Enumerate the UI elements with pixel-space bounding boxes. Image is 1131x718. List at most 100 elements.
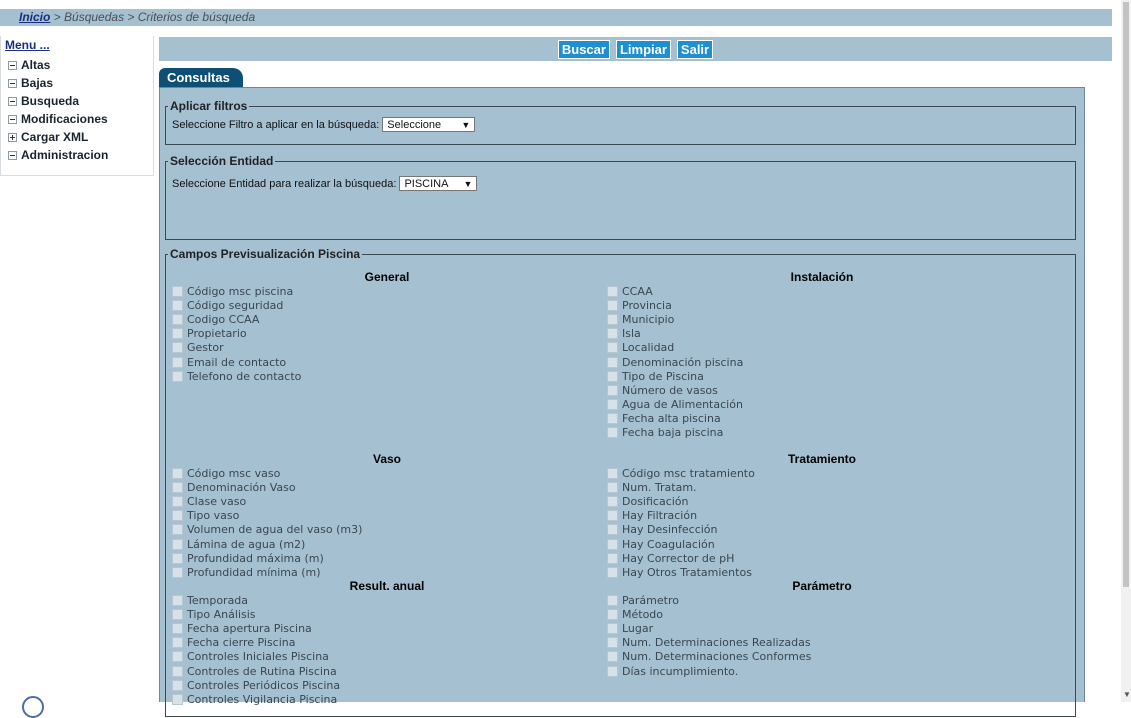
clear-button[interactable]: Limpiar: [615, 39, 671, 59]
checkbox-option[interactable]: Parámetro: [607, 593, 1027, 607]
checkbox-option[interactable]: Fecha alta piscina: [607, 412, 1027, 426]
checkbox-option[interactable]: Hay Otros Tratamientos: [607, 565, 1027, 579]
tree-collapse-icon[interactable]: [8, 114, 17, 124]
checkbox[interactable]: [172, 342, 183, 354]
checkbox-label[interactable]: Provincia: [622, 299, 672, 312]
tree-collapse-icon[interactable]: [8, 78, 17, 88]
checkbox-option[interactable]: Codigo CCAA: [172, 312, 592, 326]
checkbox[interactable]: [607, 413, 618, 425]
checkbox[interactable]: [607, 651, 618, 663]
checkbox-label[interactable]: Tipo vaso: [187, 509, 239, 522]
checkbox-option[interactable]: Lugar: [607, 621, 1027, 635]
checkbox-label[interactable]: Denominación piscina: [622, 356, 743, 369]
checkbox[interactable]: [172, 665, 183, 677]
checkbox-option[interactable]: Número de vasos: [607, 383, 1027, 397]
checkbox[interactable]: [607, 384, 618, 396]
checkbox-label[interactable]: Municipio: [622, 313, 674, 326]
checkbox-label[interactable]: Codigo CCAA: [187, 313, 259, 326]
checkbox[interactable]: [172, 637, 183, 649]
checkbox-label[interactable]: Num. Tratam.: [622, 481, 697, 494]
checkbox-label[interactable]: Propietario: [187, 327, 247, 340]
checkbox[interactable]: [607, 608, 618, 620]
checkbox-option[interactable]: Código msc vaso: [172, 466, 592, 480]
scrollbar-thumb[interactable]: [1123, 2, 1129, 587]
help-icon[interactable]: [22, 696, 44, 718]
checkbox-option[interactable]: Hay Coagulación: [607, 537, 1027, 551]
menu-item-label[interactable]: Busqueda: [21, 93, 79, 109]
checkbox-label[interactable]: Hay Coagulación: [622, 538, 715, 551]
tree-expand-icon[interactable]: [8, 132, 17, 142]
checkbox-option[interactable]: Profundidad mínima (m): [172, 565, 592, 579]
checkbox-label[interactable]: Hay Filtración: [622, 509, 697, 522]
checkbox-option[interactable]: Clase vaso: [172, 494, 592, 508]
entity-select[interactable]: PISCINA ▼: [399, 176, 478, 191]
checkbox[interactable]: [607, 285, 618, 297]
checkbox-option[interactable]: Localidad: [607, 341, 1027, 355]
checkbox-option[interactable]: Email de contacto: [172, 355, 592, 369]
checkbox[interactable]: [172, 566, 183, 578]
checkbox[interactable]: [607, 356, 618, 368]
checkbox[interactable]: [607, 481, 618, 493]
checkbox[interactable]: [607, 538, 618, 550]
checkbox-option[interactable]: Tipo vaso: [172, 509, 592, 523]
checkbox-option[interactable]: CCAA: [607, 284, 1027, 298]
checkbox-option[interactable]: Profundidad máxima (m): [172, 551, 592, 565]
checkbox-option[interactable]: Hay Filtración: [607, 509, 1027, 523]
checkbox-label[interactable]: Controles de Rutina Piscina: [187, 665, 337, 678]
checkbox[interactable]: [607, 370, 618, 382]
checkbox-label[interactable]: Tipo de Piscina: [622, 370, 704, 383]
filter-select[interactable]: Seleccione ▼: [382, 117, 476, 132]
checkbox-option[interactable]: Código msc tratamiento: [607, 466, 1027, 480]
checkbox[interactable]: [607, 495, 618, 507]
checkbox[interactable]: [172, 299, 183, 311]
menu-title-link[interactable]: Menu ...: [5, 38, 50, 52]
checkbox-option[interactable]: Num. Determinaciones Realizadas: [607, 636, 1027, 650]
checkbox-option[interactable]: Controles Vigilancia Piscina: [172, 692, 592, 706]
checkbox-option[interactable]: Propietario: [172, 327, 592, 341]
checkbox-label[interactable]: Isla: [622, 327, 641, 340]
tree-collapse-icon[interactable]: [8, 150, 17, 160]
checkbox-option[interactable]: Fecha apertura Piscina: [172, 621, 592, 635]
checkbox-label[interactable]: Fecha cierre Piscina: [187, 636, 296, 649]
checkbox-label[interactable]: Clase vaso: [187, 495, 246, 508]
checkbox-label[interactable]: Agua de Alimentación: [622, 398, 743, 411]
menu-item-administracion[interactable]: Administracion: [8, 146, 108, 164]
checkbox-option[interactable]: Lámina de agua (m2): [172, 537, 592, 551]
checkbox-option[interactable]: Dosificación: [607, 494, 1027, 508]
checkbox[interactable]: [172, 608, 183, 620]
checkbox-label[interactable]: Hay Otros Tratamientos: [622, 566, 752, 579]
checkbox-label[interactable]: Controles Vigilancia Piscina: [187, 693, 337, 706]
exit-button[interactable]: Salir: [676, 39, 714, 59]
checkbox-option[interactable]: Hay Desinfección: [607, 523, 1027, 537]
checkbox[interactable]: [172, 313, 183, 325]
checkbox[interactable]: [607, 313, 618, 325]
checkbox[interactable]: [607, 299, 618, 311]
checkbox-option[interactable]: Código seguridad: [172, 298, 592, 312]
tree-collapse-icon[interactable]: [8, 60, 17, 70]
checkbox-option[interactable]: Denominación Vaso: [172, 480, 592, 494]
checkbox-label[interactable]: Código msc piscina: [187, 285, 293, 298]
checkbox-label[interactable]: Controles Periódicos Piscina: [187, 679, 340, 692]
checkbox[interactable]: [172, 328, 183, 340]
checkbox-label[interactable]: Método: [622, 608, 663, 621]
checkbox-option[interactable]: Agua de Alimentación: [607, 398, 1027, 412]
checkbox[interactable]: [172, 467, 183, 479]
checkbox-label[interactable]: Fecha alta piscina: [622, 412, 721, 425]
tab-consultas[interactable]: Consultas: [159, 68, 243, 87]
menu-item-label[interactable]: Administracion: [21, 147, 108, 163]
checkbox-label[interactable]: Tipo Análisis: [187, 608, 256, 621]
checkbox-label[interactable]: Profundidad mínima (m): [187, 566, 321, 579]
checkbox-option[interactable]: Controles Iniciales Piscina: [172, 650, 592, 664]
checkbox[interactable]: [607, 342, 618, 354]
menu-item-label[interactable]: Modificaciones: [21, 111, 108, 127]
checkbox[interactable]: [172, 524, 183, 536]
checkbox[interactable]: [607, 427, 618, 439]
menu-item-modificaciones[interactable]: Modificaciones: [8, 110, 108, 128]
checkbox-label[interactable]: Código seguridad: [187, 299, 283, 312]
menu-item-label[interactable]: Cargar XML: [21, 129, 88, 145]
checkbox[interactable]: [172, 285, 183, 297]
checkbox-option[interactable]: Municipio: [607, 312, 1027, 326]
checkbox-label[interactable]: Volumen de agua del vaso (m3): [187, 523, 362, 536]
checkbox[interactable]: [607, 665, 618, 677]
checkbox[interactable]: [607, 328, 618, 340]
